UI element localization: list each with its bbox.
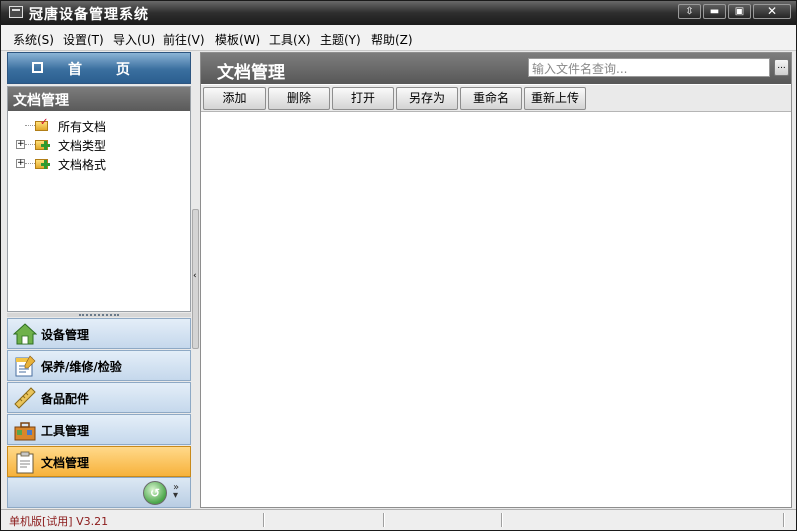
menu-help[interactable]: 帮助(Z) xyxy=(371,31,413,48)
search-input[interactable]: 输入文件名查询... xyxy=(528,58,770,77)
sidebar-collapse-handle[interactable]: ‹ xyxy=(192,209,199,349)
tree-item-all-docs[interactable]: ✓ 所有文档 xyxy=(8,117,190,135)
menu-system[interactable]: 系统(S) xyxy=(13,31,54,48)
collapse-left-icon[interactable]: ‹ xyxy=(193,272,198,281)
sidebar: 首页 文档管理 ✓ 所有文档 + 文档类型 + 文档格式 设备管理 保养/维修/… xyxy=(7,52,191,508)
refresh-globe-icon[interactable]: ↺ xyxy=(143,481,167,505)
close-button[interactable]: ✕ xyxy=(753,4,791,19)
sidebar-splitter[interactable] xyxy=(7,313,191,317)
expand-more-icon[interactable]: » ▾ xyxy=(173,483,179,501)
tree-item-label: 所有文档 xyxy=(58,120,107,134)
home-button[interactable]: 首页 xyxy=(7,52,191,84)
edition-status: 单机版[试用] V3.21 xyxy=(9,515,109,528)
menu-goto[interactable]: 前往(V) xyxy=(163,31,205,48)
menu-settings[interactable]: 设置(T) xyxy=(63,31,104,48)
nav-label: 工具管理 xyxy=(41,424,90,438)
toolbox-icon xyxy=(14,422,36,441)
window-title: 冠唐设备管理系统 xyxy=(29,7,149,23)
nav-label: 文档管理 xyxy=(41,456,90,470)
toolbar: 添加 删除 打开 另存为 重命名 重新上传 xyxy=(201,85,791,112)
main-panel: 文档管理 输入文件名查询... ... 添加 删除 打开 另存为 重命名 重新上… xyxy=(200,52,792,508)
tree-item-label: 文档格式 xyxy=(58,158,107,172)
menu-theme[interactable]: 主题(Y) xyxy=(320,31,361,48)
minimize-button[interactable]: ▬ xyxy=(703,4,726,19)
maximize-button[interactable]: ▣ xyxy=(728,4,751,19)
rename-button[interactable]: 重命名 xyxy=(460,87,522,110)
title-bar[interactable]: 冠唐设备管理系统 ⇳ ▬ ▣ ✕ xyxy=(1,1,796,25)
folder-check-icon: ✓ xyxy=(35,118,50,132)
search-button[interactable]: ... xyxy=(774,59,789,76)
document-list-area[interactable] xyxy=(201,113,791,507)
folder-plus-icon xyxy=(35,137,50,151)
status-divider xyxy=(501,513,503,527)
restore-toggle-button[interactable]: ⇳ xyxy=(678,4,701,19)
menu-tools[interactable]: 工具(X) xyxy=(269,31,311,48)
nav-maintenance[interactable]: 保养/维修/检验 xyxy=(7,350,191,381)
clipboard-icon xyxy=(16,451,34,474)
status-divider xyxy=(783,513,785,527)
nav-document-management[interactable]: 文档管理 xyxy=(7,446,191,477)
nav-label: 备品配件 xyxy=(41,392,90,406)
tree-item-label: 文档类型 xyxy=(58,139,107,153)
house-icon xyxy=(13,323,37,345)
nav-equipment-management[interactable]: 设备管理 xyxy=(7,318,191,349)
app-menu-icon[interactable] xyxy=(9,6,23,18)
folder-plus-icon xyxy=(35,156,50,170)
nav-spare-parts[interactable]: 备品配件 xyxy=(7,382,191,413)
tree-title: 文档管理 xyxy=(8,87,190,111)
status-bar: 单机版[试用] V3.21 xyxy=(1,509,796,530)
open-button[interactable]: 打开 xyxy=(332,87,394,110)
splitter-grip-icon[interactable] xyxy=(79,314,119,316)
add-button[interactable]: 添加 xyxy=(203,87,266,110)
save-as-button[interactable]: 另存为 xyxy=(396,87,458,110)
nav-label: 设备管理 xyxy=(41,328,90,342)
delete-button[interactable]: 删除 xyxy=(268,87,330,110)
checklist-icon xyxy=(15,355,36,377)
tree-line xyxy=(25,144,35,145)
tree-item-doc-formats[interactable]: + 文档格式 xyxy=(8,155,190,173)
ruler-icon xyxy=(14,387,36,409)
sidebar-footer: ↺ » ▾ xyxy=(7,477,191,508)
main-header: 文档管理 输入文件名查询... ... xyxy=(201,53,791,84)
reupload-button[interactable]: 重新上传 xyxy=(524,87,586,110)
tree-line xyxy=(25,163,35,164)
menu-import[interactable]: 导入(U) xyxy=(113,31,155,48)
status-divider xyxy=(383,513,385,527)
expand-icon[interactable]: + xyxy=(16,140,25,149)
nav-tool-management[interactable]: 工具管理 xyxy=(7,414,191,445)
page-title: 文档管理 xyxy=(217,63,285,83)
app-window: 冠唐设备管理系统 ⇳ ▬ ▣ ✕ 系统(S) 设置(T) 导入(U) 前往(V)… xyxy=(0,0,797,531)
tree-line xyxy=(25,125,35,126)
status-divider xyxy=(263,513,265,527)
expand-icon[interactable]: + xyxy=(16,159,25,168)
tree-panel: 文档管理 ✓ 所有文档 + 文档类型 + 文档格式 xyxy=(7,86,191,312)
nav-label: 保养/维修/检验 xyxy=(41,360,122,374)
tree-item-doc-types[interactable]: + 文档类型 xyxy=(8,136,190,154)
home-square-icon xyxy=(32,62,43,73)
menu-template[interactable]: 模板(W) xyxy=(215,31,260,48)
menu-bar: 系统(S) 设置(T) 导入(U) 前往(V) 模板(W) 工具(X) 主题(Y… xyxy=(1,25,796,51)
home-label: 首页 xyxy=(68,62,164,78)
